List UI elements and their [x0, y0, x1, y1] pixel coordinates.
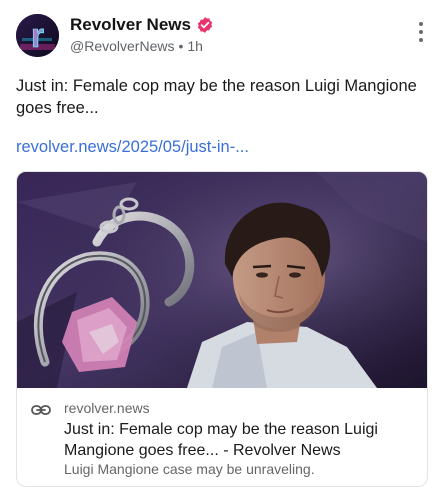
card-description: Luigi Mangione case may be unraveling. [64, 461, 315, 477]
more-options-button[interactable] [416, 22, 426, 46]
post-link[interactable]: revolver.news/2025/05/just-in-... [16, 136, 249, 158]
author-info: Revolver News @RevolverNews • 1h [70, 14, 214, 55]
avatar[interactable]: r [16, 14, 59, 57]
post-card: r Revolver News @RevolverNews • 1h Just … [0, 0, 446, 500]
post-text: Just in: Female cop may be the reason Lu… [16, 77, 417, 117]
card-domain: revolver.news [64, 400, 150, 416]
chain-link-icon [31, 403, 51, 417]
timestamp[interactable]: 1h [187, 38, 203, 54]
name-row: Revolver News [70, 14, 214, 36]
svg-text:r: r [31, 17, 44, 55]
verified-badge-icon [196, 16, 214, 34]
display-name[interactable]: Revolver News [70, 15, 191, 35]
preview-image[interactable] [17, 172, 427, 388]
separator-dot: • [178, 38, 184, 54]
handle[interactable]: @RevolverNews [70, 38, 174, 54]
preview-meta: revolver.news Just in: Female cop may be… [17, 388, 427, 486]
card-title[interactable]: Just in: Female cop may be the reason Lu… [64, 419, 414, 461]
vertical-ellipsis-icon [419, 22, 423, 42]
handle-row: @RevolverNews • 1h [70, 37, 214, 55]
revolver-logo-icon: r [16, 14, 59, 57]
link-preview-card[interactable]: revolver.news Just in: Female cop may be… [16, 171, 428, 487]
